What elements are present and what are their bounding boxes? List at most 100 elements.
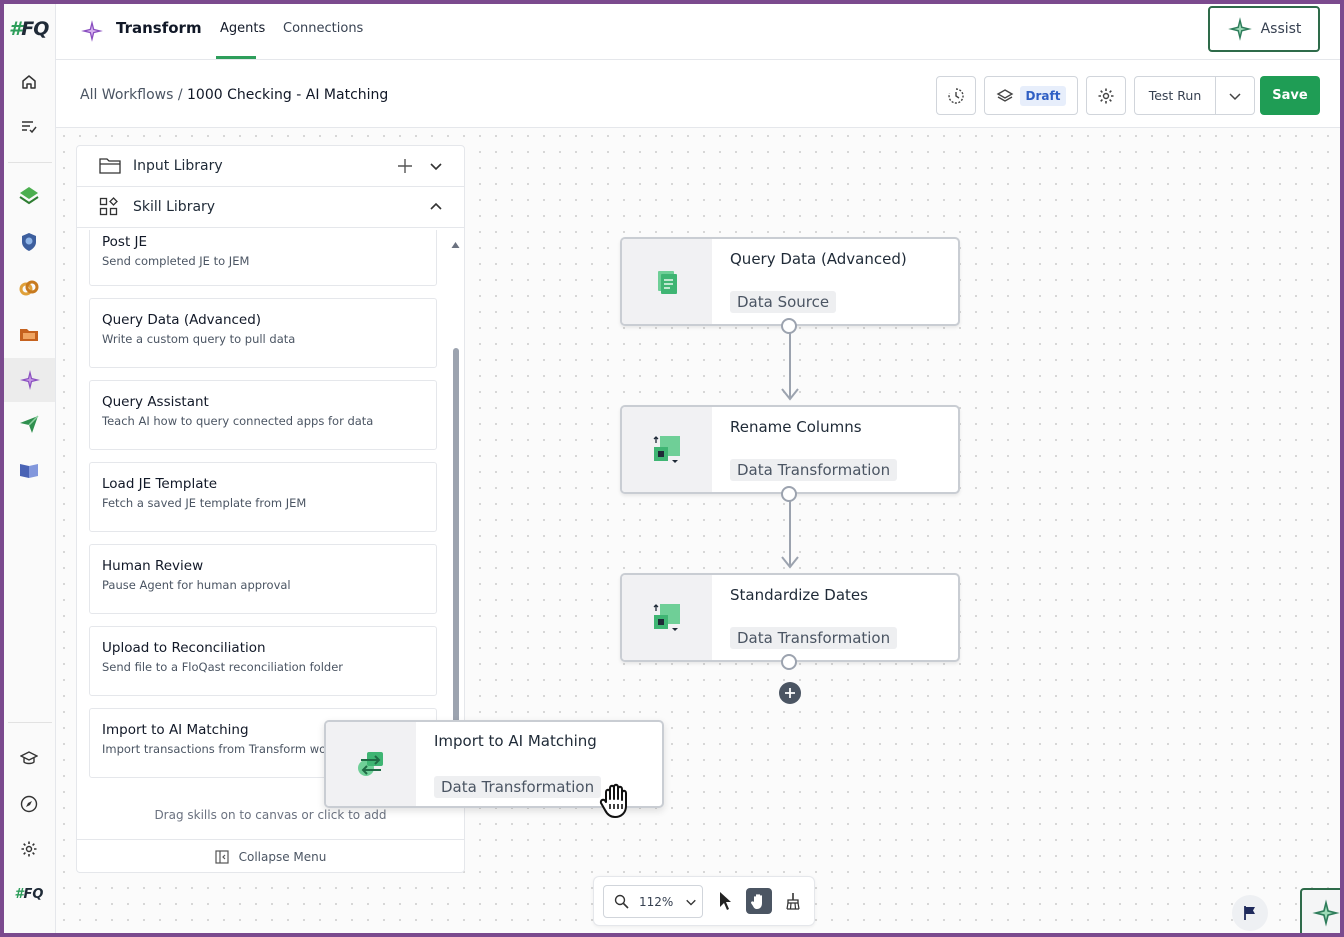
query-data-icon	[622, 239, 712, 324]
scroll-up-icon[interactable]	[451, 241, 460, 249]
node-output-port[interactable]	[781, 318, 797, 334]
collapse-menu-button[interactable]: Collapse Menu	[77, 839, 464, 873]
skill-card[interactable]: Upload to Reconciliation Send file to a …	[89, 626, 437, 696]
skill-description: Fetch a saved JE template from JEM	[102, 496, 307, 510]
chevron-down-icon[interactable]	[429, 159, 443, 173]
workflow-node[interactable]: Query Data (Advanced) Data Source	[620, 237, 960, 326]
gear-icon	[1098, 88, 1114, 103]
app-title: Transform	[116, 19, 202, 37]
node-output-port[interactable]	[781, 486, 797, 502]
skill-card[interactable]: Post JE Send completed JE to JEM	[89, 230, 437, 286]
transform-app-icon[interactable]	[4, 358, 55, 402]
pan-tool-button[interactable]	[746, 888, 772, 914]
test-run-dropdown[interactable]	[1215, 76, 1255, 115]
skill-card[interactable]: Load JE Template Fetch a saved JE templa…	[89, 462, 437, 532]
skill-description: Pause Agent for human approval	[102, 578, 291, 592]
broom-icon	[786, 893, 800, 910]
tab-agents[interactable]: Agents	[220, 21, 265, 36]
history-button[interactable]	[936, 76, 976, 115]
transform-icon	[622, 575, 712, 660]
drag-hint: Drag skills on to canvas or click to add	[154, 808, 387, 822]
skill-title: Upload to Reconciliation	[102, 640, 266, 656]
skill-card[interactable]: Human Review Pause Agent for human appro…	[89, 544, 437, 614]
chevron-down-icon	[686, 899, 697, 906]
add-node-button[interactable]	[779, 682, 801, 704]
skill-title: Human Review	[102, 558, 204, 574]
breadcrumb-root[interactable]: All Workflows	[80, 87, 173, 103]
sparkle-icon	[1227, 17, 1252, 41]
checklist-app-icon[interactable]	[13, 180, 45, 212]
workflow-node[interactable]: Standardize Dates Data Transformation	[620, 573, 960, 662]
draft-badge: Draft	[1019, 85, 1067, 106]
arrow-down-icon	[781, 388, 799, 401]
arrow-down-icon	[781, 556, 799, 569]
assist-fab-button[interactable]	[1300, 888, 1340, 933]
home-icon[interactable]	[13, 66, 45, 98]
compass-icon[interactable]	[13, 788, 45, 820]
node-output-port[interactable]	[781, 654, 797, 670]
breadcrumb: All Workflows / 1000 Checking - AI Match…	[80, 87, 388, 103]
report-button[interactable]	[1232, 895, 1268, 931]
book-app-icon[interactable]	[13, 454, 45, 486]
transform-icon	[622, 407, 712, 492]
node-title: Rename Columns	[730, 418, 862, 436]
skill-library-label: Skill Library	[133, 199, 216, 215]
zoom-select[interactable]: 112%	[603, 885, 703, 918]
app-rail: #FQ # FQ	[4, 4, 56, 933]
tasks-icon[interactable]	[13, 110, 45, 142]
canvas-toolbar: 112%	[593, 876, 815, 926]
zoom-level: 112%	[639, 894, 674, 909]
widgets-icon	[99, 197, 118, 216]
select-tool-button[interactable]	[712, 888, 738, 914]
history-icon	[948, 87, 964, 104]
skill-library-header[interactable]: Skill Library	[77, 187, 464, 228]
save-button[interactable]: Save	[1260, 76, 1320, 115]
collapse-menu-label: Collapse Menu	[238, 849, 327, 864]
input-library-header[interactable]: Input Library	[77, 146, 464, 187]
assist-button[interactable]: Assist	[1208, 6, 1320, 52]
link-app-icon[interactable]	[13, 272, 45, 304]
settings-icon[interactable]	[13, 833, 45, 865]
learn-icon[interactable]	[13, 742, 45, 774]
pointer-icon	[720, 892, 731, 910]
top-bar: Transform Agents Connections Assist	[56, 4, 1340, 60]
search-icon	[614, 894, 629, 909]
version-button[interactable]: Draft	[984, 76, 1078, 115]
skill-list[interactable]: Post JE Send completed JE to JEM Query D…	[77, 230, 464, 790]
floqast-logo[interactable]: #FQ	[9, 18, 49, 40]
clean-up-tool-button[interactable]	[780, 888, 806, 914]
shield-app-icon[interactable]	[13, 226, 45, 258]
workflow-node[interactable]: Rename Columns Data Transformation	[620, 405, 960, 494]
test-run-button[interactable]: Test Run	[1134, 76, 1216, 115]
scrollbar-thumb[interactable]	[453, 348, 459, 768]
skill-description: Teach AI how to query connected apps for…	[102, 414, 374, 428]
skill-card[interactable]: Query Data (Advanced) Write a custom que…	[89, 298, 437, 368]
tab-connections[interactable]: Connections	[283, 21, 363, 36]
plus-icon[interactable]	[397, 158, 413, 174]
skill-description: Send file to a FloQast reconciliation fo…	[102, 660, 344, 674]
folder-icon	[99, 158, 121, 174]
chevron-down-icon	[1229, 92, 1241, 100]
workflow-toolbar: All Workflows / 1000 Checking - AI Match…	[56, 60, 1340, 128]
send-app-icon[interactable]	[13, 408, 45, 440]
transform-logo-icon	[80, 19, 104, 47]
hand-icon	[751, 894, 762, 909]
active-tab-indicator	[216, 56, 256, 59]
layers-icon	[996, 88, 1013, 102]
floqast-icon[interactable]: # FQ	[13, 878, 45, 910]
assist-label: Assist	[1260, 21, 1302, 37]
node-type-tag: Data Transformation	[730, 459, 898, 481]
breadcrumb-separator: /	[177, 87, 183, 103]
swap-icon	[326, 722, 416, 806]
grab-cursor-icon	[599, 783, 627, 818]
node-title: Import to AI Matching	[434, 732, 597, 750]
node-title: Query Data (Advanced)	[730, 250, 907, 268]
plus-icon	[785, 688, 795, 698]
skill-description: Send completed JE to JEM	[102, 254, 250, 268]
sparkle-icon	[1312, 899, 1340, 927]
skill-card[interactable]: Query Assistant Teach AI how to query co…	[89, 380, 437, 450]
node-type-tag: Data Source	[730, 291, 837, 313]
folder-app-icon[interactable]	[13, 318, 45, 350]
chevron-up-icon[interactable]	[429, 200, 443, 214]
workflow-settings-button[interactable]	[1086, 76, 1126, 115]
